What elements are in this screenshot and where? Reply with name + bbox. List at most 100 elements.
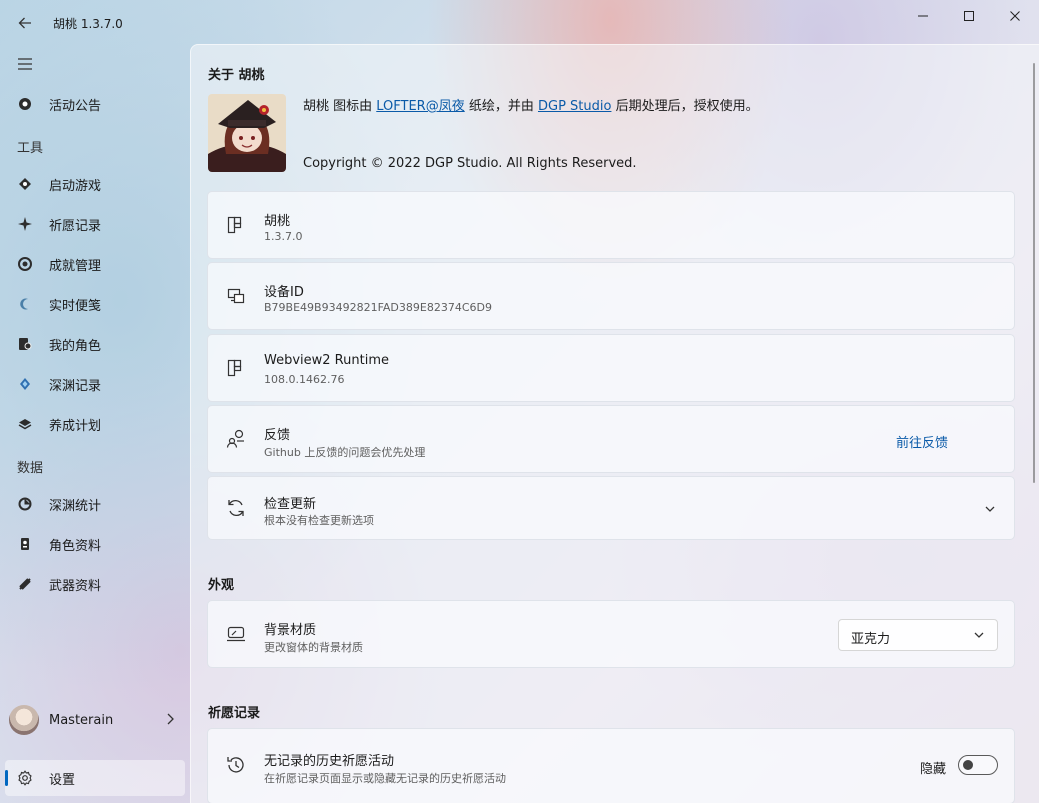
- device-id-card: 设备ID B79BE49B93492821FAD389E82374C6D9: [207, 262, 1015, 330]
- wish-history-title: 无记录的历史祈愿活动: [264, 754, 395, 769]
- artist-link[interactable]: LOFTER@凤夜: [376, 99, 464, 114]
- close-icon: [1010, 11, 1020, 21]
- sidebar-item-weapon-wiki[interactable]: 武器资料: [5, 566, 185, 602]
- minimize-button[interactable]: [900, 0, 946, 32]
- chevron-down-icon[interactable]: [984, 504, 996, 514]
- sidebar-item-achievements[interactable]: 成就管理: [5, 246, 185, 282]
- achievement-icon: [17, 256, 33, 272]
- about-heading: 关于 胡桃: [208, 68, 265, 83]
- sidebar-item-label: 我的角色: [49, 338, 102, 354]
- sidebar-item-wish-record[interactable]: 祈愿记录: [5, 206, 185, 242]
- sidebar-item-label: 活动公告: [49, 98, 102, 114]
- wish-heading: 祈愿记录: [208, 706, 261, 721]
- hide-history-toggle[interactable]: [958, 755, 998, 775]
- sidebar-item-abyss-record[interactable]: 深渊记录: [5, 366, 185, 402]
- hamburger-icon: [18, 58, 32, 70]
- gear-icon: [17, 770, 33, 786]
- sidebar-item-realtime-notes[interactable]: 实时便笺: [5, 286, 185, 322]
- update-subtitle: 根本没有检查更新选项: [264, 514, 374, 527]
- sidebar-item-announcements[interactable]: 活动公告: [5, 86, 185, 122]
- sidebar-item-launch-game[interactable]: 启动游戏: [5, 166, 185, 202]
- menu-toggle-button[interactable]: [10, 50, 40, 78]
- selection-indicator: [5, 770, 8, 786]
- avatar: [9, 705, 39, 735]
- sidebar-item-label: 实时便笺: [49, 298, 102, 314]
- toggle-state-label: 隐藏: [919, 762, 946, 777]
- history-icon: [226, 755, 246, 775]
- minimize-icon: [918, 15, 928, 17]
- sidebar-item-cultivation-plan[interactable]: 养成计划: [5, 406, 185, 442]
- credit-prefix: 胡桃 图标由: [303, 99, 377, 114]
- backdrop-material-card: 背景材质 更改窗体的背景材质 亚克力: [207, 600, 1015, 668]
- character-wiki-icon: [17, 536, 33, 552]
- abyss-stats-icon: [17, 496, 33, 512]
- studio-link[interactable]: DGP Studio: [538, 99, 611, 114]
- maximize-icon: [964, 11, 974, 21]
- title-bar: 胡桃 1.3.7.0: [0, 0, 1039, 44]
- sidebar-item-abyss-stats[interactable]: 深渊统计: [5, 486, 185, 522]
- wish-sparkle-icon: [17, 216, 33, 232]
- settings-content: 关于 胡桃 胡桃 图标由 LOFTER@凤夜 纸绘，并由 DGP Studio …: [190, 44, 1039, 803]
- sidebar-item-label: 角色资料: [49, 538, 102, 554]
- sidebar-item-my-characters[interactable]: 我的角色: [5, 326, 185, 362]
- icon-credit-text: 胡桃 图标由 LOFTER@凤夜 纸绘，并由 DGP Studio 后期处理后，…: [303, 95, 759, 114]
- backdrop-icon: [226, 624, 246, 644]
- user-profile[interactable]: Masterain: [5, 700, 185, 740]
- check-update-card[interactable]: 检查更新 根本没有检查更新选项: [207, 476, 1015, 540]
- people-feedback-icon: [226, 429, 246, 449]
- sidebar-item-label: 武器资料: [49, 578, 102, 594]
- profile-name: Masterain: [49, 712, 114, 728]
- cultivation-plan-icon: [17, 416, 33, 432]
- sidebar-section-tools: 工具: [17, 141, 44, 156]
- device-id-title: 设备ID: [264, 285, 304, 300]
- webview-title: Webview2 Runtime: [264, 353, 389, 368]
- app-name: 胡桃: [264, 214, 291, 229]
- app-icon: [226, 215, 246, 235]
- sidebar-item-label: 设置: [49, 772, 76, 788]
- sidebar-section-data: 数据: [17, 461, 44, 476]
- sidebar-item-label: 祈愿记录: [49, 218, 102, 234]
- vertical-scrollbar[interactable]: [1033, 63, 1035, 483]
- backdrop-select[interactable]: 亚克力: [838, 619, 998, 651]
- app-version-card: 胡桃 1.3.7.0: [207, 191, 1015, 259]
- my-characters-icon: [17, 336, 33, 352]
- go-feedback-button[interactable]: 前往反馈: [896, 432, 948, 451]
- weapon-wiki-icon: [17, 576, 33, 592]
- wish-history-card: 无记录的历史祈愿活动 在祈愿记录页面显示或隐藏无记录的历史祈愿活动 隐藏: [207, 728, 1015, 803]
- backdrop-subtitle: 更改窗体的背景材质: [264, 641, 363, 654]
- device-id-value: B79BE49B93492821FAD389E82374C6D9: [264, 301, 492, 314]
- backdrop-selected-value: 亚克力: [851, 632, 891, 647]
- close-button[interactable]: [992, 0, 1038, 32]
- feedback-title: 反馈: [264, 428, 291, 443]
- toggle-knob: [963, 760, 973, 770]
- app-logo: [208, 94, 286, 172]
- sidebar-item-label: 深渊统计: [49, 498, 102, 514]
- credit-suffix: 后期处理后，授权使用。: [611, 99, 759, 114]
- back-arrow-icon: [18, 17, 31, 29]
- window-title: 胡桃 1.3.7.0: [53, 17, 123, 31]
- announcement-icon: [17, 96, 33, 112]
- chevron-right-icon: [167, 713, 174, 725]
- sidebar-item-label: 养成计划: [49, 418, 102, 434]
- webview-version: 108.0.1462.76: [264, 373, 345, 386]
- feedback-card: 反馈 Github 上反馈的问题会优先处理 前往反馈: [207, 405, 1015, 473]
- update-title: 检查更新: [264, 497, 317, 512]
- sidebar-item-settings[interactable]: 设置: [5, 760, 185, 796]
- abyss-record-icon: [17, 376, 33, 392]
- appearance-heading: 外观: [208, 578, 235, 593]
- app-version: 1.3.7.0: [264, 230, 303, 243]
- refresh-icon: [226, 498, 246, 518]
- sidebar-item-label: 启动游戏: [49, 178, 102, 194]
- realtime-note-icon: [17, 296, 33, 312]
- back-button[interactable]: [10, 8, 40, 38]
- webview-runtime-card: Webview2 Runtime 108.0.1462.76: [207, 334, 1015, 402]
- devices-icon: [226, 286, 246, 306]
- copyright-text: Copyright © 2022 DGP Studio. All Rights …: [303, 156, 637, 171]
- launch-game-icon: [17, 176, 33, 192]
- feedback-subtitle: Github 上反馈的问题会优先处理: [264, 446, 426, 459]
- wish-history-subtitle: 在祈愿记录页面显示或隐藏无记录的历史祈愿活动: [264, 772, 506, 785]
- chevron-down-icon: [974, 632, 984, 638]
- maximize-button[interactable]: [946, 0, 992, 32]
- sidebar-item-character-wiki[interactable]: 角色资料: [5, 526, 185, 562]
- sidebar-item-label: 成就管理: [49, 258, 102, 274]
